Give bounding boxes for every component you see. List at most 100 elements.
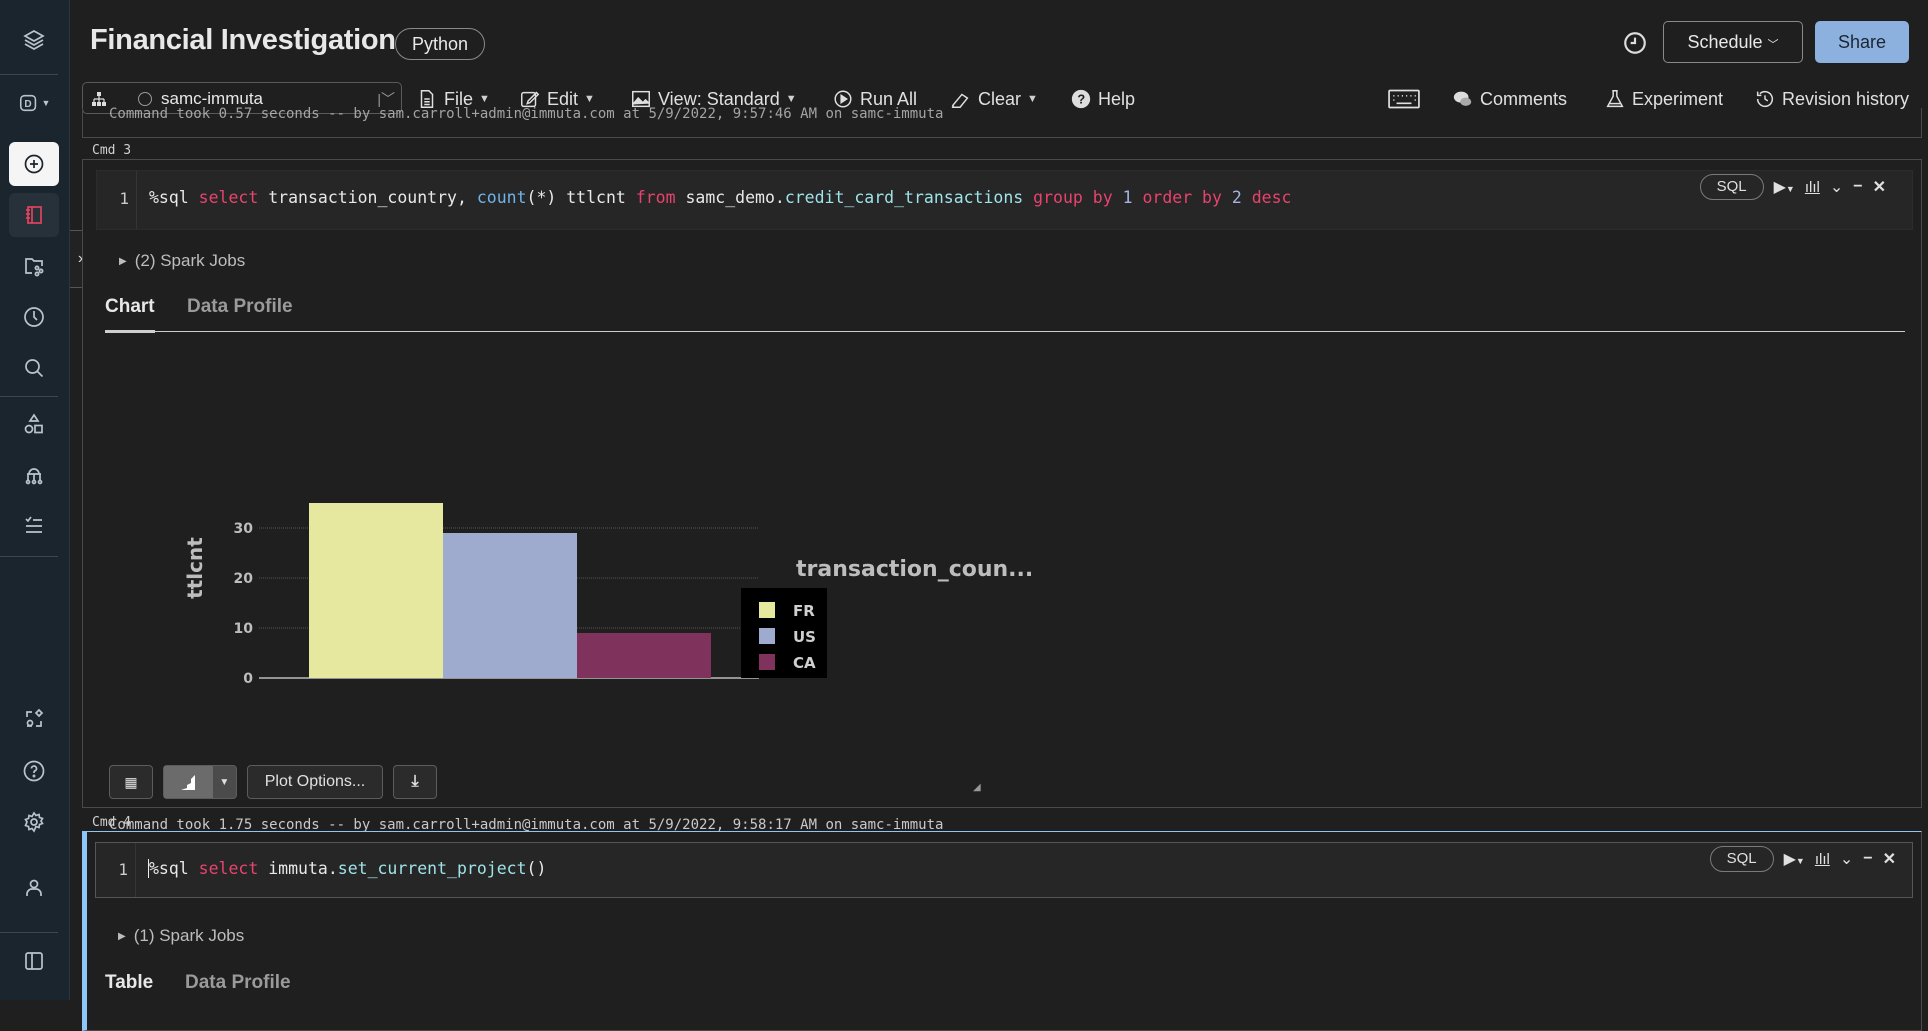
tab-data-profile[interactable]: Data Profile — [185, 972, 291, 994]
tab-data-profile[interactable]: Data Profile — [187, 296, 293, 318]
recents-icon[interactable] — [9, 295, 59, 339]
revision-history-label: Revision history — [1782, 88, 1910, 109]
code-token: transaction_country, — [268, 188, 477, 207]
bar-us[interactable] — [443, 533, 577, 678]
cell-label: Cmd 3 — [92, 143, 132, 158]
data-icon[interactable] — [9, 402, 59, 446]
close-icon[interactable]: ✕ — [1883, 849, 1896, 869]
notebook-cells: Command took 0.57 seconds -- by sam.carr… — [82, 106, 1922, 1031]
minimize-icon[interactable]: − — [1863, 850, 1872, 868]
help-button[interactable]: ? Help — [1070, 88, 1135, 110]
code-editor[interactable]: 1 %sql select immuta.set_current_project… — [95, 842, 1913, 898]
help-label: Help — [1098, 88, 1136, 109]
caret-down-icon: ▼ — [219, 776, 230, 788]
chevron-down-icon: ▼ — [41, 98, 51, 108]
legend-label[interactable]: CA — [793, 654, 816, 672]
code-token: 2 — [1231, 188, 1252, 207]
settings-icon[interactable] — [9, 800, 59, 844]
download-button[interactable]: ⤓ — [393, 765, 437, 799]
cell-language-pill[interactable]: SQL — [1699, 174, 1764, 200]
line-gutter: 1 — [96, 843, 136, 897]
spark-jobs-toggle[interactable]: ▶ (1) Spark Jobs — [118, 926, 244, 946]
cell-language-pill[interactable]: SQL — [1709, 846, 1774, 872]
bar-fr[interactable] — [309, 503, 443, 678]
databricks-logo-icon[interactable] — [9, 18, 59, 62]
active-tab-underline — [105, 330, 155, 333]
code-token: () — [526, 859, 547, 878]
result-tabs: Table Data Profile — [105, 972, 1905, 1008]
last-edit-clock-icon[interactable] — [1622, 30, 1648, 56]
caret-down-icon: ▼ — [785, 93, 797, 105]
revision-history-button[interactable]: Revision history — [1754, 88, 1909, 110]
minimize-icon[interactable]: − — [1853, 178, 1862, 196]
code-line[interactable]: %sql select immuta.set_current_project() — [148, 859, 546, 878]
workspace-switcher-icon[interactable]: D ▼ — [9, 81, 59, 125]
y-tick-label: 10 — [234, 621, 254, 637]
notebook-cell-cmd4[interactable]: 1 %sql select immuta.set_current_project… — [82, 831, 1922, 1031]
table-icon: ▦ — [124, 773, 138, 790]
notebook-title[interactable]: Financial Investigation — [90, 24, 396, 57]
legend-label[interactable]: US — [793, 628, 816, 646]
output-toolbar: ▦ ▼ Plot Options... ⤓ — [109, 765, 437, 799]
account-icon[interactable] — [9, 866, 59, 910]
chart-icon[interactable]: ılıl — [1805, 179, 1820, 196]
share-button[interactable]: Share — [1815, 21, 1909, 63]
code-token: group by — [1033, 188, 1123, 207]
y-axis-label: ttlcnt — [183, 537, 207, 599]
legend-title: transaction_coun... — [796, 557, 1033, 582]
schedule-label: Schedule — [1687, 32, 1763, 52]
resize-handle[interactable]: ◢ — [973, 782, 983, 793]
spark-jobs-toggle[interactable]: ▶ (2) Spark Jobs — [119, 251, 245, 271]
run-cell-icon[interactable]: ▶▼ — [1784, 849, 1805, 869]
revision-history-icon — [1756, 91, 1774, 108]
tab-chart[interactable]: Chart — [105, 296, 155, 318]
code-editor[interactable]: 1 %sql select transaction_country, count… — [96, 170, 1913, 230]
tab-table[interactable]: Table — [105, 972, 153, 994]
chevron-down-icon[interactable]: ⌄ — [1830, 177, 1843, 197]
chevron-down-icon[interactable]: ⌄ — [1840, 849, 1853, 869]
cluster-status-icon — [138, 92, 152, 106]
caret-down-icon: ▼ — [1027, 93, 1038, 105]
sidebar-divider — [0, 556, 58, 557]
result-tabs: Chart Data Profile — [105, 296, 1905, 333]
line-number: 1 — [119, 189, 129, 208]
jobs-icon[interactable] — [9, 503, 59, 547]
chart-type-button[interactable]: ▼ — [163, 765, 237, 799]
bar-chart: ttlcnt 0 10 20 30 transaction_coun... FR US C… — [183, 503, 1033, 687]
chart-icon[interactable]: ılıl — [1815, 851, 1830, 868]
legend-label[interactable]: FR — [793, 602, 815, 620]
legend-swatch — [759, 654, 775, 670]
comments-icon — [1453, 91, 1472, 106]
comments-label: Comments — [1480, 88, 1568, 109]
partner-connect-icon[interactable] — [9, 697, 59, 741]
help-icon[interactable] — [9, 749, 59, 793]
compute-icon[interactable] — [9, 453, 59, 497]
caret-right-icon: ▶ — [118, 931, 126, 942]
code-token: desc — [1251, 188, 1292, 207]
download-icon: ⤓ — [411, 773, 419, 790]
table-view-button[interactable]: ▦ — [109, 765, 153, 799]
clear-menu[interactable]: Clear ▼ — [950, 88, 1038, 110]
bar-ca[interactable] — [577, 633, 711, 678]
keyboard-shortcuts-button[interactable] — [1388, 88, 1420, 110]
y-tick-label: 30 — [234, 521, 254, 537]
collapse-sidebar-icon[interactable] — [9, 939, 59, 983]
run-cell-icon[interactable]: ▶▼ — [1774, 177, 1795, 197]
repos-icon[interactable] — [9, 244, 59, 288]
experiment-button[interactable]: Experiment — [1604, 88, 1723, 110]
code-line[interactable]: %sql select transaction_country, count(*… — [149, 188, 1291, 207]
keyboard-icon — [1388, 89, 1420, 109]
code-token: select — [198, 188, 269, 207]
plot-options-button[interactable]: Plot Options... — [247, 765, 383, 799]
close-icon[interactable]: ✕ — [1873, 177, 1886, 197]
create-icon[interactable] — [9, 142, 59, 186]
search-icon[interactable] — [9, 346, 59, 390]
notebook-icon[interactable] — [9, 193, 59, 237]
code-token: %sql — [149, 188, 199, 207]
notebook-cell-cmd3[interactable]: 1 %sql select transaction_country, count… — [82, 159, 1922, 833]
notebook-language-badge[interactable]: Python — [395, 28, 486, 60]
code-token: from — [635, 188, 686, 207]
eraser-icon — [951, 93, 969, 108]
comments-button[interactable]: Comments — [1452, 88, 1567, 110]
schedule-button[interactable]: Schedule ﹀ — [1663, 21, 1803, 63]
